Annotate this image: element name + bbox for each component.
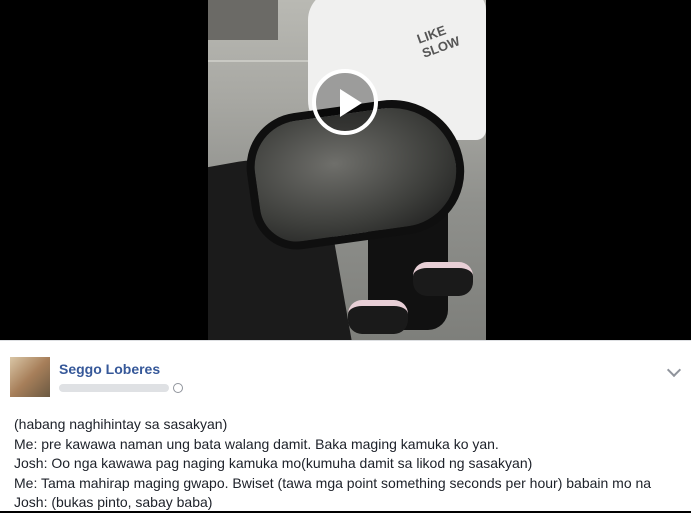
post-author[interactable]: Seggo Loberes [59,361,160,377]
post-line: Josh: (bukas pinto, sabay baba) [14,494,213,511]
background-building [208,0,278,40]
video-player[interactable]: LIKE SLOW [0,0,691,340]
post-meta [59,383,183,393]
avatar[interactable] [10,357,50,397]
post-body: (habang naghihintay sa sasakyan) Me: pre… [14,415,684,513]
post-line: Me: pre kawawa naman ung bata walang dam… [14,435,499,452]
video-frame[interactable]: LIKE SLOW [208,0,486,340]
post-card: Seggo Loberes (habang naghihintay sa sas… [0,340,691,511]
slide-sandal [348,300,408,334]
play-circle-icon[interactable] [312,69,378,135]
chevron-down-icon[interactable] [666,362,682,378]
post-line: Me: Tama mahirap maging gwapo. Bwiset (t… [14,474,652,491]
timestamp-redacted [59,384,169,392]
post-line: Josh: Oo nga kawawa pag naging kamuka mo… [14,455,533,472]
post-line: (habang naghihintay sa sasakyan) [14,416,228,432]
slide-sandal [413,262,473,296]
globe-icon [173,383,183,393]
